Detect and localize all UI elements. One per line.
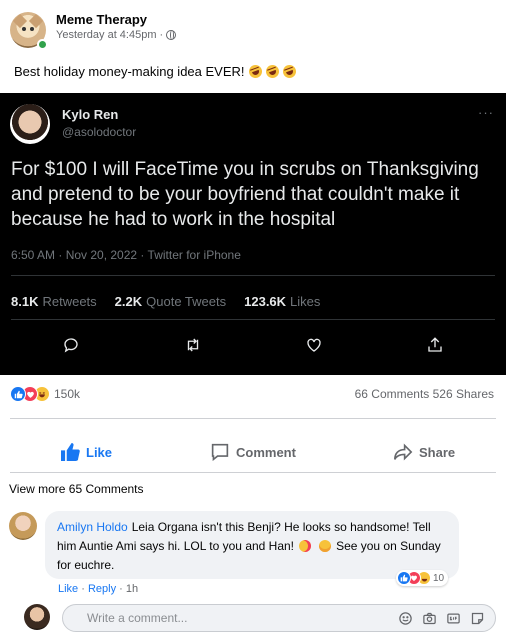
write-comment-input[interactable]: Write a comment...: [62, 604, 496, 632]
sticker-icon[interactable]: [469, 610, 485, 626]
write-comment-placeholder: Write a comment...: [87, 611, 188, 625]
like-label: Like: [86, 444, 113, 460]
gif-icon[interactable]: [445, 610, 461, 626]
like-button[interactable]: Like: [60, 440, 112, 464]
rofl-emoji-icon: [280, 63, 298, 80]
share-label: Share: [419, 444, 456, 460]
thumbs-up-icon: [61, 443, 80, 461]
reaction-count: 150k: [54, 387, 81, 401]
dot-separator: ·: [81, 583, 85, 595]
comment-tools: [397, 610, 485, 626]
online-status-icon: [37, 39, 48, 50]
post-header: Meme Therapy Yesterday at 4:45pm ·: [10, 10, 490, 50]
divider: [10, 472, 496, 473]
tweet-stats: 8.1K Retweets 2.2K Quote Tweets 123.6K Like…: [11, 294, 320, 309]
rofl-emoji-icon: [263, 63, 281, 80]
meta-separator: ·: [159, 29, 164, 41]
retweet-icon: [181, 333, 205, 357]
kissing-heart-emoji-icon: [299, 540, 312, 552]
tweet-time: 6:50 AM · Nov 20, 2022 · Twitter for iPh…: [11, 248, 241, 262]
post-timestamp[interactable]: Yesterday at 4:45pm: [56, 29, 157, 41]
comment-actions: Like · Reply · 1h: [58, 583, 138, 595]
caption-text: Best holiday money-making idea EVER!: [14, 64, 245, 79]
share-arrow-icon: [394, 443, 413, 461]
emoji-icon[interactable]: [397, 610, 413, 626]
like-reaction-icon: [10, 386, 26, 402]
comment-icon: [211, 443, 229, 461]
divider: [10, 418, 496, 419]
page-name[interactable]: Meme Therapy: [56, 12, 147, 27]
camera-icon[interactable]: [421, 610, 437, 626]
comment-bubble: Amilyn Holdo Leia Organa isn't this Benji…: [45, 511, 459, 579]
heart-icon: [302, 333, 326, 357]
likes-stat: 123.6K Likes: [244, 294, 321, 309]
comment-age[interactable]: 1h: [126, 583, 138, 595]
share-icon: [423, 333, 447, 357]
quote-tweet-stat: 2.2K Quote Tweets: [114, 294, 227, 309]
globe-icon: [166, 30, 177, 40]
tweet-author-name: Kylo Ren: [62, 107, 119, 122]
comments-shares-count[interactable]: 66 Comments 526 Shares: [355, 387, 494, 401]
rofl-emoji-icon: [246, 63, 264, 80]
comment-reply-link[interactable]: Reply: [88, 583, 116, 595]
self-avatar: [24, 604, 50, 630]
retweet-stat: 8.1K Retweets: [11, 294, 97, 309]
comment-like-link[interactable]: Like: [58, 583, 78, 595]
comment-reactions[interactable]: 10: [396, 570, 449, 586]
dot-separator: ·: [119, 583, 123, 595]
post-caption: Best holiday money-making idea EVER!: [14, 63, 298, 80]
reactions-summary[interactable]: 150k: [10, 385, 80, 403]
tweet-text: For $100 I will FaceTime you in scrubs o…: [11, 159, 479, 230]
tweet-author-handle: @asolodoctor: [62, 125, 137, 139]
post-meta: Yesterday at 4:45pm ·: [56, 29, 177, 41]
comment-reaction-count: 10: [433, 572, 445, 584]
comment-label: Comment: [236, 444, 296, 460]
comment-author[interactable]: Amilyn Holdo: [57, 520, 128, 534]
tweet-avatar: [10, 104, 50, 144]
share-button[interactable]: Share: [393, 440, 455, 464]
comment-button[interactable]: Comment: [210, 440, 296, 464]
reply-icon: [59, 333, 83, 357]
commenter-avatar[interactable]: [9, 512, 37, 540]
like-reaction-icon: [397, 571, 411, 585]
hugging-emoji-icon: [318, 540, 331, 552]
tweet-card: Kylo Ren @asolodoctor ··· For $100 I wil…: [0, 93, 506, 375]
tweet-divider: [11, 319, 495, 320]
more-options-icon: ···: [478, 105, 494, 120]
tweet-actions: [0, 333, 506, 357]
view-more-comments-link[interactable]: View more 65 Comments: [9, 482, 144, 496]
tweet-divider: [11, 275, 495, 276]
